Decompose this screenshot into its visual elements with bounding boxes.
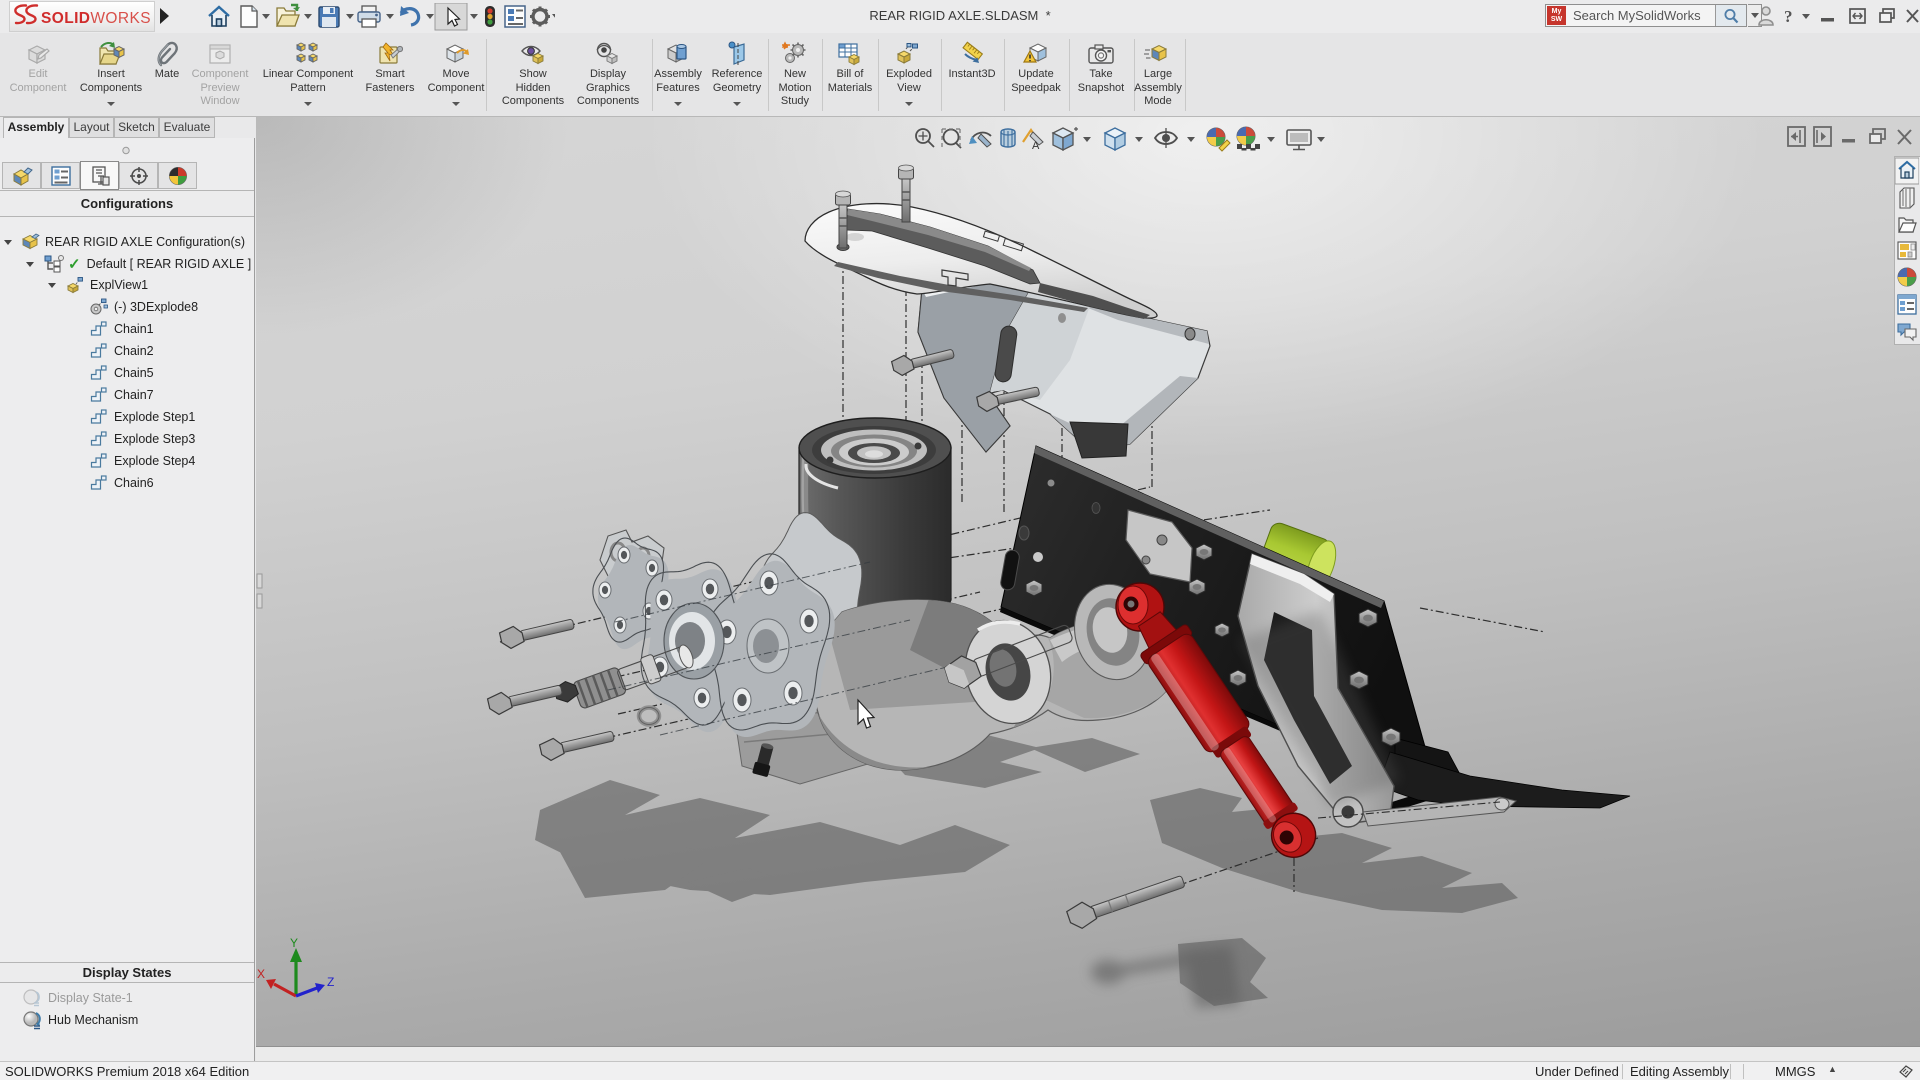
svg-text:Z: Z bbox=[327, 975, 334, 989]
svg-text:?: ? bbox=[1784, 7, 1793, 26]
svg-text:Y: Y bbox=[290, 936, 298, 950]
svg-text:A: A bbox=[1032, 140, 1040, 152]
svg-text:X: X bbox=[257, 967, 265, 981]
